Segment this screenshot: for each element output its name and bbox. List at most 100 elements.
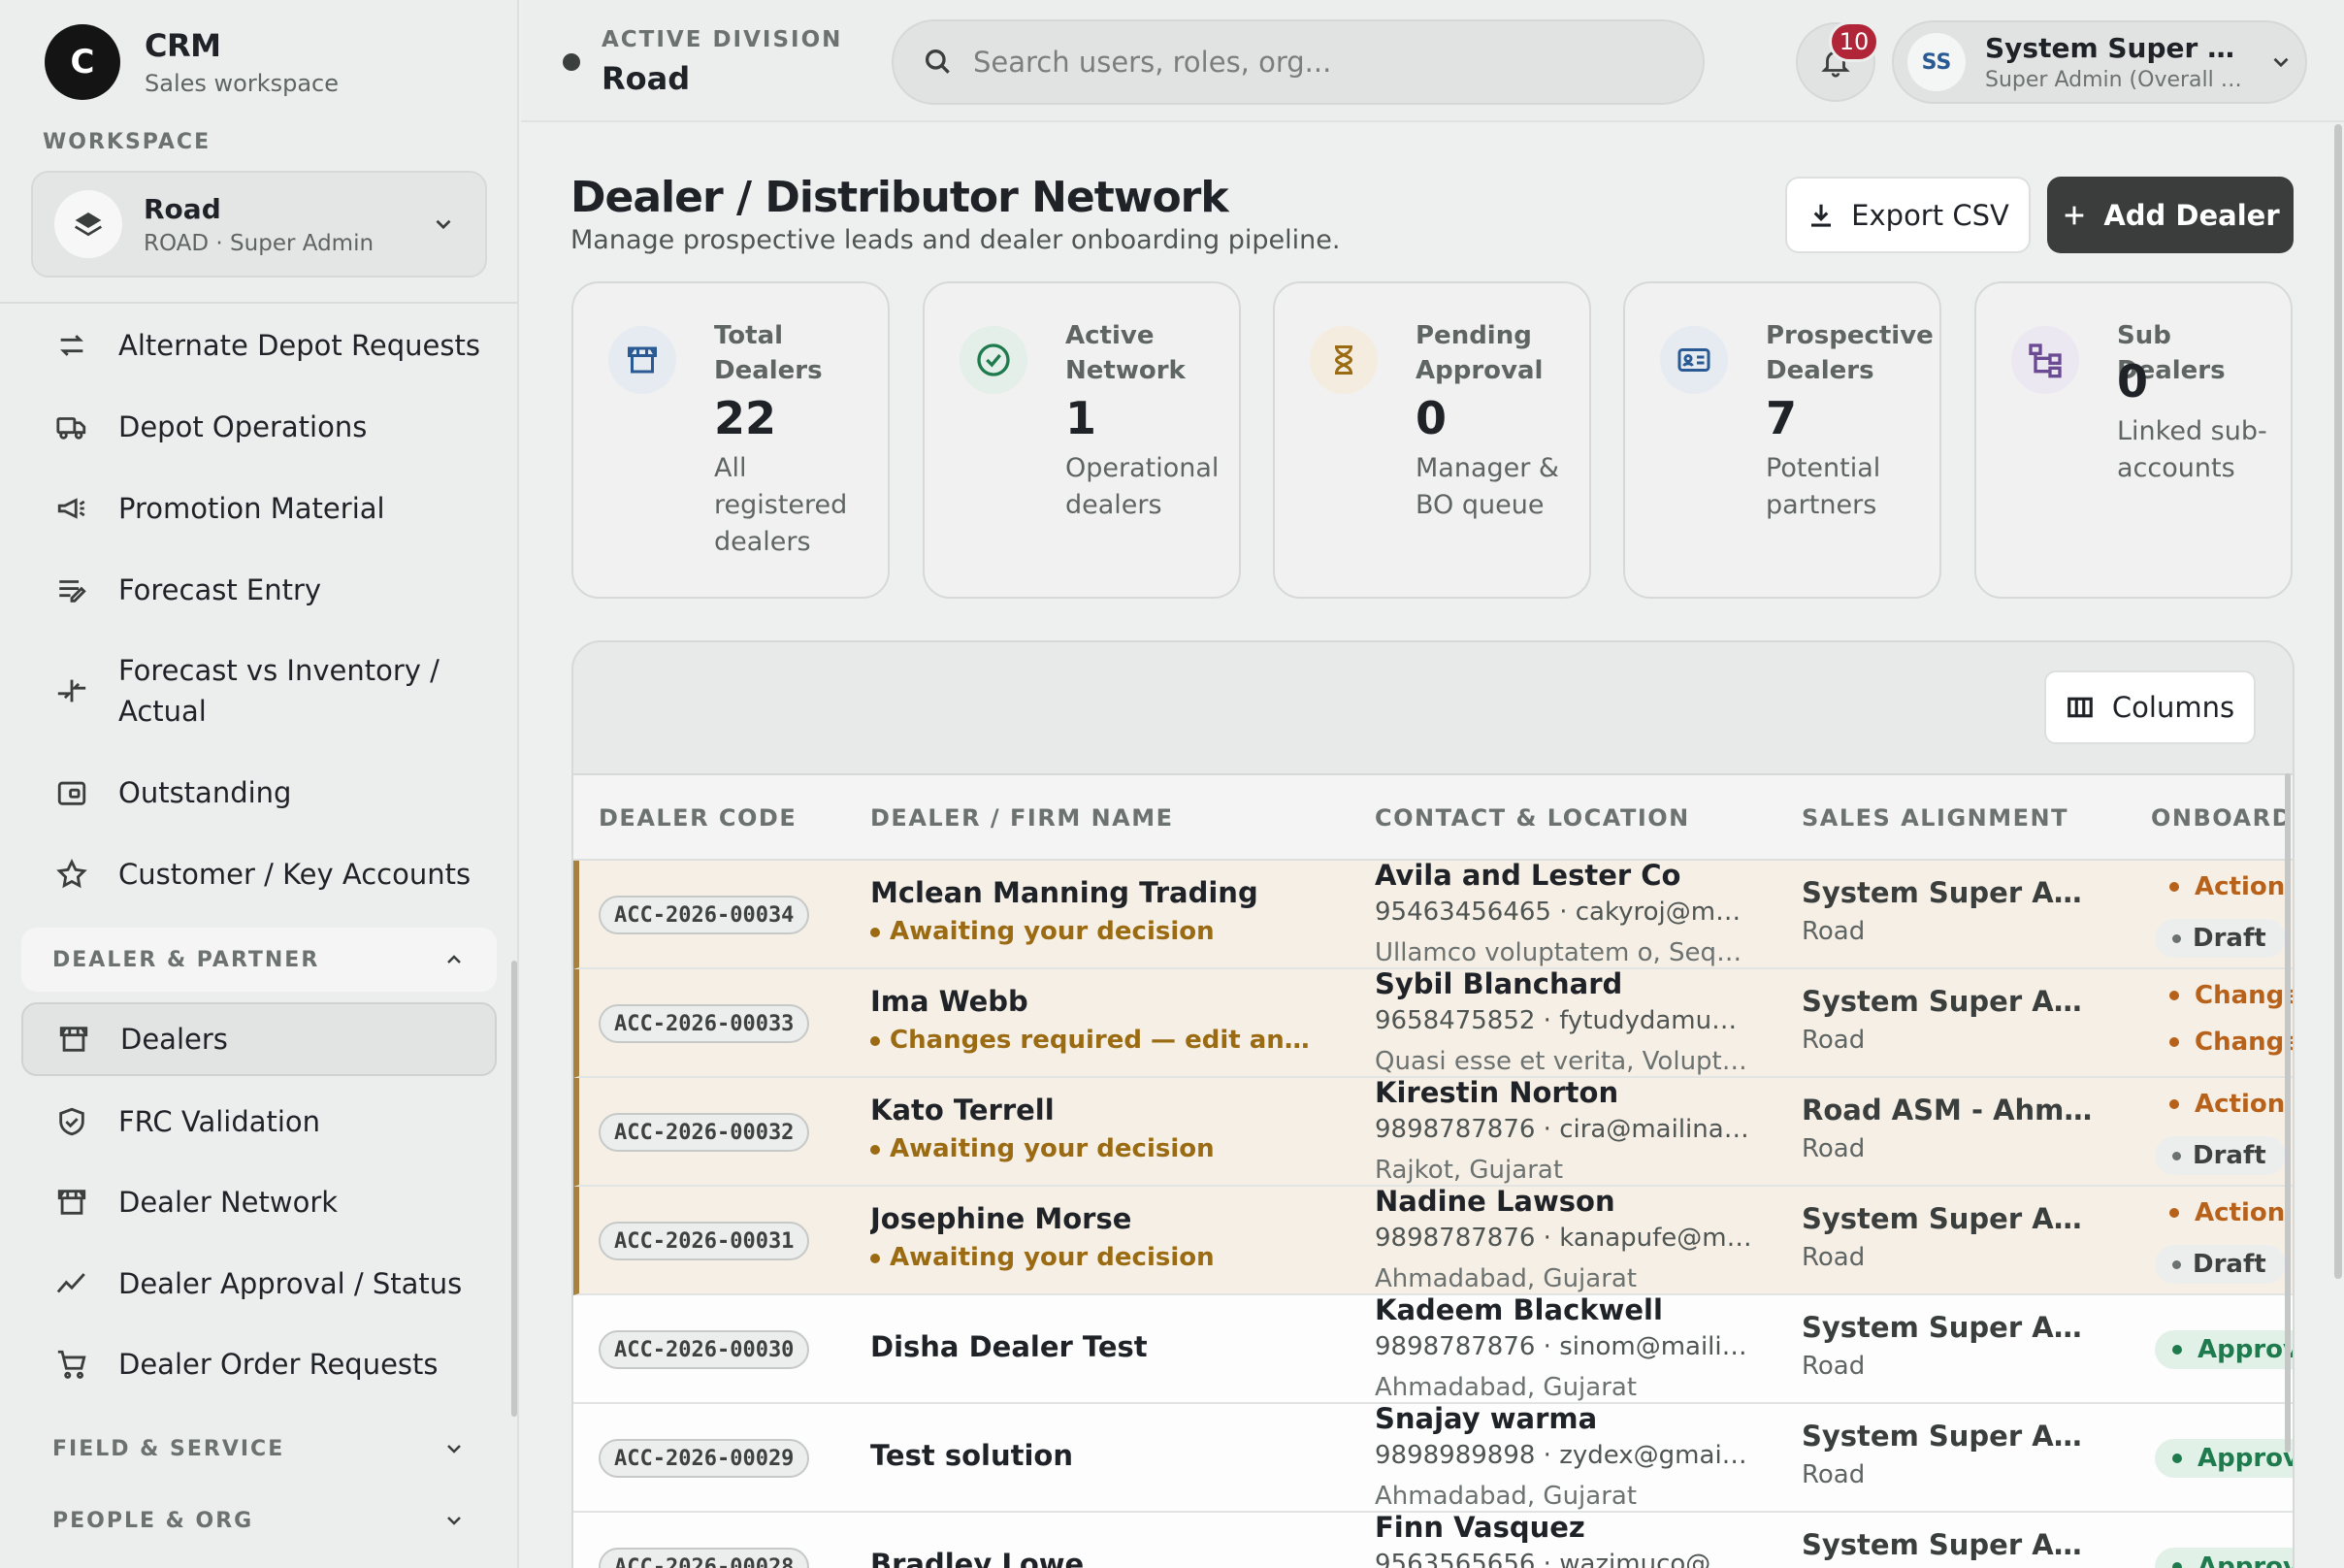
columns-label: Columns	[2111, 691, 2235, 724]
onboarding-status-badge: Approved	[2155, 1439, 2293, 1478]
onboarding-status-text: Action Required	[2195, 872, 2293, 901]
stat-value: 7	[1766, 392, 1798, 444]
dealer-firm-name[interactable]: Kato Terrell	[870, 1094, 1055, 1127]
sidebar-item-frc-validation[interactable]: FRC Validation	[21, 1096, 497, 1147]
onboarding-status-text: Action Required	[2195, 1198, 2293, 1227]
nav-group-field-service[interactable]: FIELD & SERVICE	[21, 1417, 497, 1481]
sidebar-item-depot-operations[interactable]: Depot Operations	[21, 402, 497, 452]
column-header-sales-alignment[interactable]: SALES ALIGNMENT	[1802, 804, 2068, 832]
download-icon	[1807, 201, 1851, 230]
sales-alignment-division: Road	[1802, 1243, 1866, 1272]
contact-phone-email: 9898787876 · cira@mailinator.com	[1375, 1115, 1753, 1144]
sidebar-item-dealer-order-requests[interactable]: Dealer Order Requests	[21, 1339, 497, 1389]
avatar: SS	[1907, 33, 1966, 91]
sidebar-item-customer-key-accounts[interactable]: Customer / Key Accounts	[21, 849, 497, 899]
dealers-table: Columns DEALER CODE DEALER / FIRM NAME C…	[571, 640, 2295, 1568]
stat-card-sub-dealers: Sub Dealers 0 Linked sub-accounts	[1974, 281, 2293, 599]
sidebar-item-dealer-network[interactable]: Dealer Network	[21, 1177, 497, 1227]
sidebar-scrollbar[interactable]	[511, 961, 517, 1417]
active-division-label: ACTIVE DIVISION	[602, 27, 843, 52]
onboarding-status-badge: Draft	[2155, 1245, 2286, 1284]
swap-arrows-icon	[52, 326, 91, 365]
dealer-firm-name[interactable]: Disha Dealer Test	[870, 1330, 1148, 1363]
nav-group-dealer-partner[interactable]: DEALER & PARTNER	[21, 928, 497, 992]
table-row[interactable]: ACC-2026-00034 Mclean Manning Trading Awai…	[573, 859, 2293, 969]
onboarding-status-badge: Action Required	[2169, 872, 2293, 901]
dealer-firm-name[interactable]: Bradley Lowe	[870, 1548, 1084, 1568]
sidebar-item-label: Promotion Material	[118, 492, 385, 525]
chevron-up-icon	[442, 948, 466, 971]
stat-card-prospective-dealers: Prospective Dealers 7 Potential partners	[1623, 281, 1941, 599]
contact-location: Ullamco voluptatem o, Sequi harum	[1375, 938, 1753, 967]
onboarding-status-text: Approved	[2198, 1552, 2293, 1568]
add-dealer-button[interactable]: Add Dealer	[2047, 177, 2294, 253]
user-menu[interactable]: SS System Super Admin Super Admin (Overa…	[1892, 20, 2307, 104]
contact-location: Quasi esse et verita, Voluptas nulla	[1375, 1047, 1753, 1076]
add-dealer-label: Add Dealer	[2103, 198, 2280, 232]
dealer-firm-name[interactable]: Ima Webb	[870, 985, 1028, 1018]
megaphone-icon	[52, 489, 91, 528]
column-header-dealer-code[interactable]: DEALER CODE	[599, 804, 797, 832]
nav-group-people-org[interactable]: PEOPLE & ORG	[21, 1488, 497, 1552]
store-icon	[52, 1183, 91, 1222]
sidebar-item-forecast-vs-inventory[interactable]: Forecast vs Inventory / Actual	[21, 646, 497, 735]
onboarding-status-badge: Changes Requested	[2169, 1028, 2293, 1057]
table-row[interactable]: ACC-2026-00031 Josephine Morse Awaiting yo…	[573, 1185, 2293, 1295]
dealer-firm-name[interactable]: Mclean Manning Trading	[870, 876, 1258, 909]
sidebar-item-label: Dealer Network	[118, 1186, 339, 1219]
workspace-role: ROAD · Super Admin	[144, 230, 374, 256]
active-division-name: Road	[602, 60, 691, 97]
search-bar[interactable]	[892, 19, 1705, 105]
dealer-firm-name[interactable]: Josephine Morse	[870, 1202, 1131, 1235]
sidebar-item-dealers[interactable]: Dealers	[21, 1002, 497, 1076]
export-csv-button[interactable]: Export CSV	[1785, 177, 2031, 253]
table-scrollbar[interactable]	[2285, 773, 2291, 1453]
contact-name: Nadine Lawson	[1375, 1185, 1615, 1218]
export-csv-label: Export CSV	[1851, 198, 2009, 232]
table-row[interactable]: ACC-2026-00028 Bradley Lowe Finn Vasquez 95…	[573, 1511, 2293, 1568]
stat-card-active-network: Active Network 1 Operational dealers	[923, 281, 1241, 599]
dealer-code-badge: ACC-2026-00030	[599, 1330, 810, 1369]
wallet-icon	[52, 773, 91, 812]
table-row[interactable]: ACC-2026-00032 Kato Terrell Awaiting your …	[573, 1076, 2293, 1187]
table-row[interactable]: ACC-2026-00030 Disha Dealer Test Kadeem Bl…	[573, 1293, 2293, 1404]
sidebar-divider	[0, 302, 517, 304]
columns-button[interactable]: Columns	[2044, 670, 2256, 744]
table-row[interactable]: ACC-2026-00033 Ima Webb Changes required —…	[573, 967, 2293, 1078]
search-input[interactable]	[973, 46, 1652, 79]
contact-phone-email: 9898787876 · kanapufe@mailinator.com	[1375, 1224, 1753, 1253]
table-row[interactable]: ACC-2026-00029 Test solution Snajay warma 9…	[573, 1402, 2293, 1513]
stat-value: 1	[1065, 392, 1097, 444]
user-role: Super Admin (Overall Access)	[1985, 68, 2247, 92]
contact-name: Avila and Lester Co	[1375, 859, 1681, 892]
onboarding-status-badge: Action Required	[2169, 1090, 2293, 1119]
sales-alignment-division: Road	[1802, 1134, 1866, 1163]
stat-desc: Operational dealers	[1065, 453, 1220, 520]
stat-desc: All registered dealers	[714, 453, 848, 557]
sidebar-item-forecast-entry[interactable]: Forecast Entry	[21, 565, 497, 615]
column-header-contact-location[interactable]: CONTACT & LOCATION	[1375, 804, 1690, 832]
sidebar-item-outstanding[interactable]: Outstanding	[21, 768, 497, 818]
dealer-code-badge: ACC-2026-00031	[599, 1222, 810, 1260]
contact-name: Kirestin Norton	[1375, 1076, 1619, 1109]
sidebar-item-dealer-approval-status[interactable]: Dealer Approval / Status	[21, 1258, 497, 1309]
onboarding-status-text: Changes Requested	[2195, 981, 2293, 1010]
dealer-firm-name[interactable]: Test solution	[870, 1439, 1073, 1472]
contact-location: Rajkot, Gujarat	[1375, 1156, 1564, 1185]
main-scrollbar[interactable]	[2334, 124, 2342, 1279]
id-card-icon	[1660, 326, 1728, 394]
sidebar-item-label: FRC Validation	[118, 1105, 321, 1138]
check-circle-icon	[960, 326, 1027, 394]
dealer-code-badge: ACC-2026-00033	[599, 1004, 810, 1043]
sidebar-item-alternate-depot-requests[interactable]: Alternate Depot Requests	[21, 320, 497, 371]
stat-label: Pending Approval	[1416, 321, 1544, 385]
column-header-onboarding[interactable]: ONBOARDING	[2151, 804, 2293, 832]
dealer-status-text: Awaiting your decision	[870, 1243, 1215, 1272]
dealer-code-badge: ACC-2026-00028	[599, 1548, 810, 1568]
brand-subtitle: Sales workspace	[145, 70, 339, 97]
stat-desc: Potential partners	[1766, 453, 1881, 520]
sidebar-item-promotion-material[interactable]: Promotion Material	[21, 483, 497, 534]
workspace-switcher[interactable]: Road ROAD · Super Admin	[31, 171, 487, 278]
store-icon	[54, 1020, 93, 1059]
column-header-firm-name[interactable]: DEALER / FIRM NAME	[870, 804, 1174, 832]
